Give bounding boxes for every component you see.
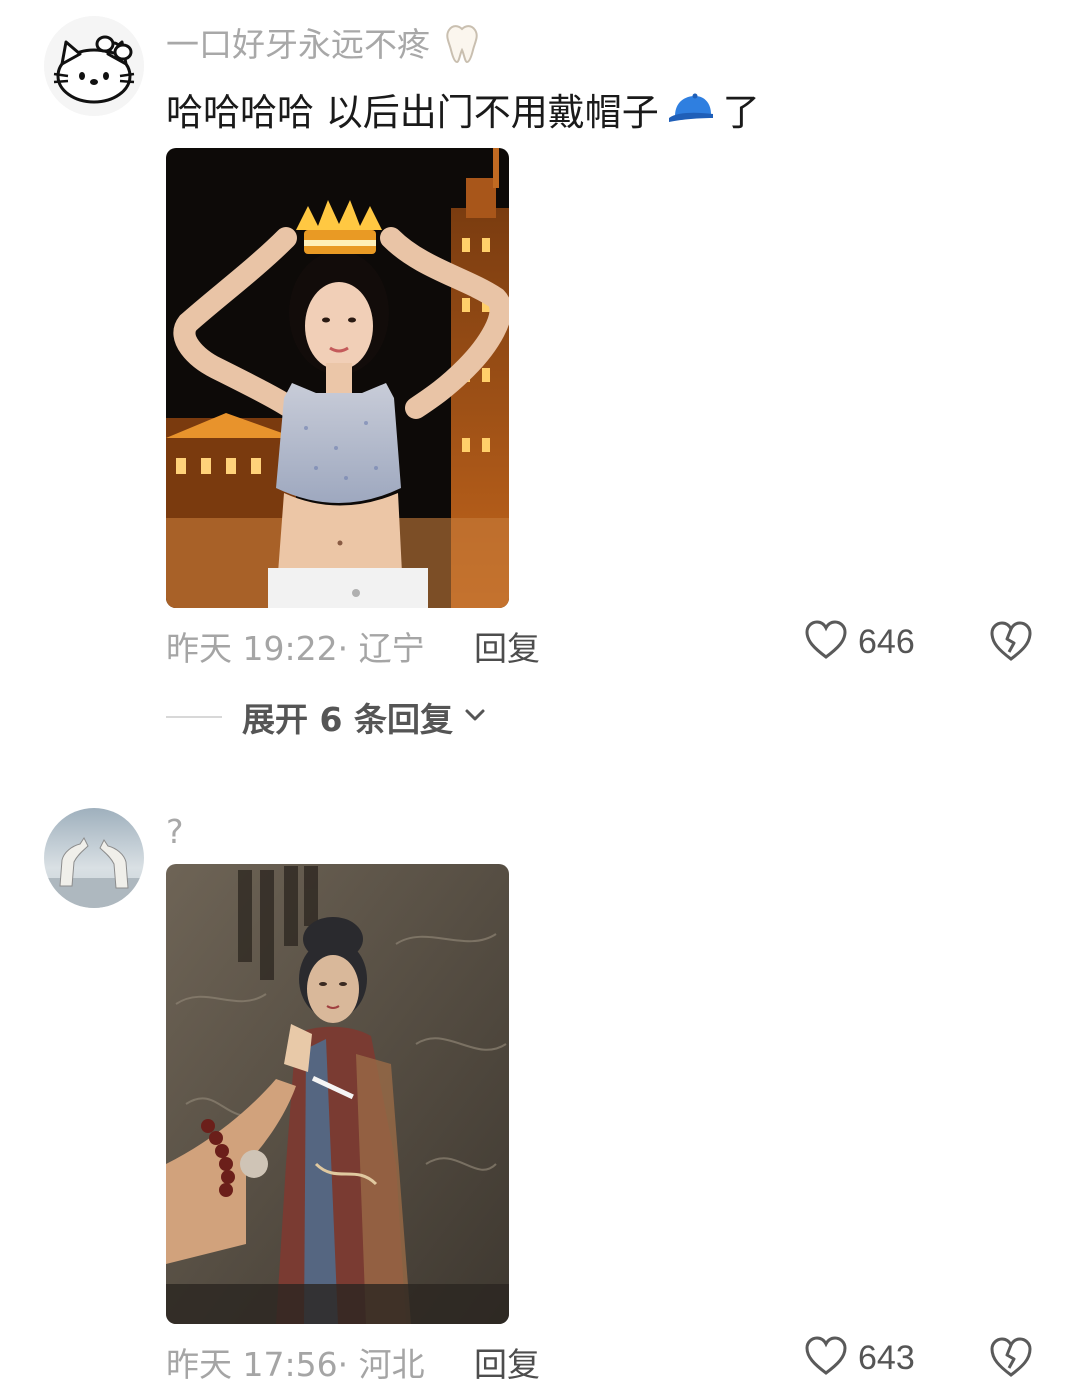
user-avatar[interactable] [44, 16, 144, 116]
comment-text-end: 了 [722, 91, 760, 134]
expand-replies-label: 展开 6 条回复 [242, 700, 453, 739]
comment-text-main: 哈哈哈哈 以后出门不用戴帽子 [166, 91, 659, 134]
tooth-icon [441, 22, 483, 72]
divider-line [166, 716, 222, 718]
broken-heart-icon[interactable] [988, 619, 1034, 665]
comment-image-1[interactable] [166, 148, 509, 608]
username-text: 一口好牙永远不疼 [166, 25, 430, 64]
comment-username[interactable]: ? [166, 812, 184, 851]
like-button[interactable]: 646 [804, 619, 915, 665]
heart-outline-icon [804, 1335, 848, 1381]
reply-button[interactable]: 回复 [474, 1338, 540, 1386]
comment-username[interactable]: 一口好牙永远不疼 [166, 18, 483, 72]
comment-text: 哈哈哈哈 以后出门不用戴帽子 了 [166, 82, 760, 139]
comment-time-location: 昨天 17:56· 河北 [166, 1345, 425, 1384]
comment-time-location: 昨天 19:22· 辽宁 [166, 629, 425, 668]
broken-heart-icon[interactable] [988, 1335, 1034, 1381]
like-button[interactable]: 643 [804, 1335, 915, 1381]
heart-outline-icon [804, 619, 848, 665]
chevron-down-icon [463, 707, 487, 727]
user-avatar[interactable] [44, 808, 144, 908]
like-count: 646 [858, 622, 915, 661]
reply-button[interactable]: 回复 [474, 622, 540, 670]
comment-image-2[interactable] [166, 864, 509, 1324]
like-count: 643 [858, 1338, 915, 1377]
blue-cap-icon [665, 90, 717, 139]
expand-replies-button[interactable]: 展开 6 条回复 [166, 695, 487, 739]
